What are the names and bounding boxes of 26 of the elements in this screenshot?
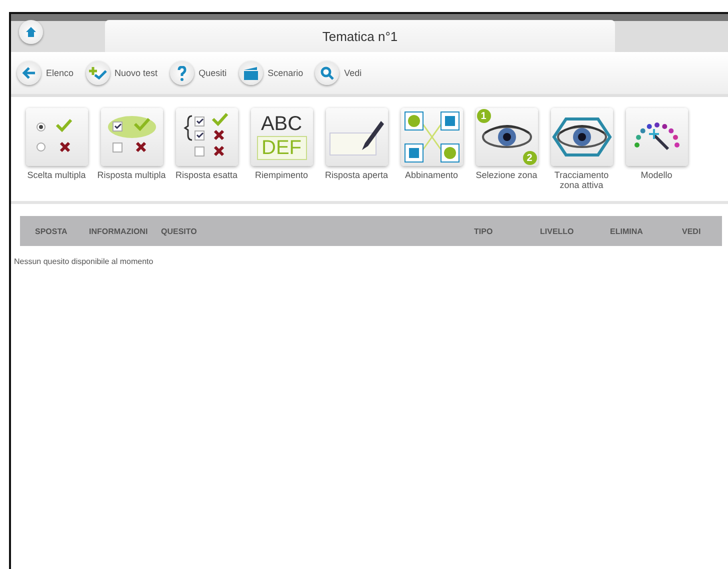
eye-in-hexagon-icon — [552, 115, 612, 159]
question-mark-icon — [176, 66, 187, 80]
toolbar-button[interactable]: Quesiti — [170, 61, 227, 85]
home-icon — [25, 26, 37, 38]
column-header: VEDI — [682, 226, 702, 236]
step-badge: 2 — [522, 151, 536, 165]
search-icon — [320, 66, 334, 80]
clapperboard-icon — [242, 66, 259, 80]
toolbar-button[interactable]: Elenco — [17, 61, 74, 85]
column-header: LIVELLO — [540, 226, 575, 236]
column-header: TIPO — [474, 226, 494, 236]
window-title: Tematica n°1 — [105, 20, 615, 52]
column-header: SPOSTA — [35, 226, 68, 236]
back-arrow-icon — [22, 67, 36, 79]
column-header: QUESITO — [161, 226, 198, 236]
toolbar-button[interactable]: Scenario — [238, 61, 304, 85]
tile-text: DEF — [256, 136, 306, 160]
home-button[interactable] — [19, 20, 43, 44]
toolbar-button[interactable]: Nuovo test — [86, 61, 158, 85]
matching-icon — [404, 111, 460, 163]
empty-message: Nessun quesito disponibile al momento — [14, 257, 154, 266]
column-header: ELIMINA — [610, 226, 644, 236]
tile-text: ABC — [260, 114, 302, 134]
plus-check-icon — [88, 66, 107, 80]
column-header: INFORMAZIONI — [89, 226, 149, 236]
step-badge: 1 — [476, 109, 490, 123]
